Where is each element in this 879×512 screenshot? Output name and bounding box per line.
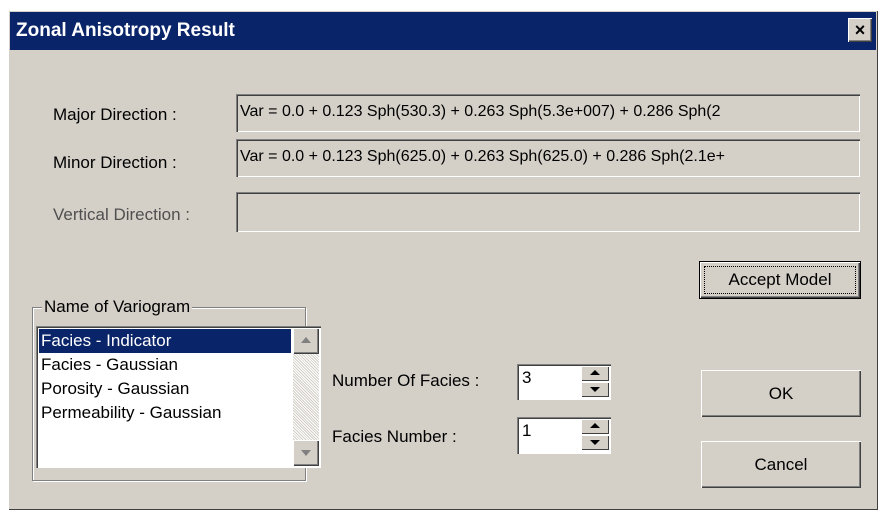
list-item[interactable]: Facies - Indicator — [39, 329, 291, 353]
number-of-facies-label: Number Of Facies : — [332, 371, 480, 390]
spin-down-icon — [590, 387, 600, 392]
spin-up-button[interactable] — [581, 419, 609, 434]
cancel-button[interactable]: Cancel — [701, 441, 861, 488]
spin-down-button[interactable] — [581, 382, 609, 397]
variogram-group-label: Name of Variogram — [42, 297, 193, 317]
facies-number-value[interactable]: 1 — [522, 421, 531, 441]
ok-label: OK — [768, 384, 794, 403]
ok-button[interactable]: OK — [701, 370, 861, 417]
spinner-arrows — [581, 419, 609, 452]
major-direction-label: Major Direction : — [53, 105, 177, 124]
cancel-label: Cancel — [754, 455, 808, 474]
title-bar[interactable]: Zonal Anisotropy Result × — [10, 12, 876, 50]
minor-direction-label: Minor Direction : — [53, 153, 177, 172]
facies-number-label: Facies Number : — [332, 427, 457, 446]
list-item[interactable]: Permeability - Gaussian — [39, 401, 291, 425]
window-title: Zonal Anisotropy Result — [16, 20, 235, 41]
variogram-listbox[interactable]: Facies - Indicator Facies - Gaussian Por… — [36, 326, 321, 468]
dialog-window: Zonal Anisotropy Result × Major Directio… — [8, 10, 878, 510]
spin-up-icon — [590, 370, 600, 375]
facies-number-spinner[interactable]: 1 — [517, 417, 611, 454]
list-item[interactable]: Facies - Gaussian — [39, 353, 291, 377]
vertical-direction-label: Vertical Direction : — [53, 205, 190, 224]
spin-down-icon — [590, 440, 600, 445]
focus-rectangle — [704, 266, 856, 294]
scroll-down-arrow-icon — [301, 450, 311, 456]
major-direction-field[interactable]: Var = 0.0 + 0.123 Sph(530.3) + 0.263 Sph… — [236, 94, 860, 132]
spinner-arrows — [581, 366, 609, 398]
close-button[interactable]: × — [848, 18, 872, 42]
number-of-facies-value[interactable]: 3 — [522, 368, 531, 388]
close-icon: × — [854, 20, 866, 40]
scroll-up-arrow-icon — [301, 337, 311, 343]
spin-up-button[interactable] — [581, 366, 609, 381]
list-vertical-scrollbar[interactable] — [293, 328, 319, 466]
list-item[interactable]: Porosity - Gaussian — [39, 377, 291, 401]
vertical-direction-field[interactable] — [236, 192, 860, 232]
spin-down-button[interactable] — [581, 435, 609, 450]
minor-direction-field[interactable]: Var = 0.0 + 0.123 Sph(625.0) + 0.263 Sph… — [236, 139, 860, 177]
number-of-facies-spinner[interactable]: 3 — [517, 364, 611, 400]
scroll-up-button[interactable] — [293, 328, 319, 354]
spin-up-icon — [590, 423, 600, 428]
scroll-down-button[interactable] — [293, 440, 319, 466]
minor-direction-value: Var = 0.0 + 0.123 Sph(625.0) + 0.263 Sph… — [240, 148, 725, 165]
major-direction-value: Var = 0.0 + 0.123 Sph(530.3) + 0.263 Sph… — [240, 103, 721, 120]
accept-model-button[interactable]: Accept Model — [699, 261, 861, 299]
